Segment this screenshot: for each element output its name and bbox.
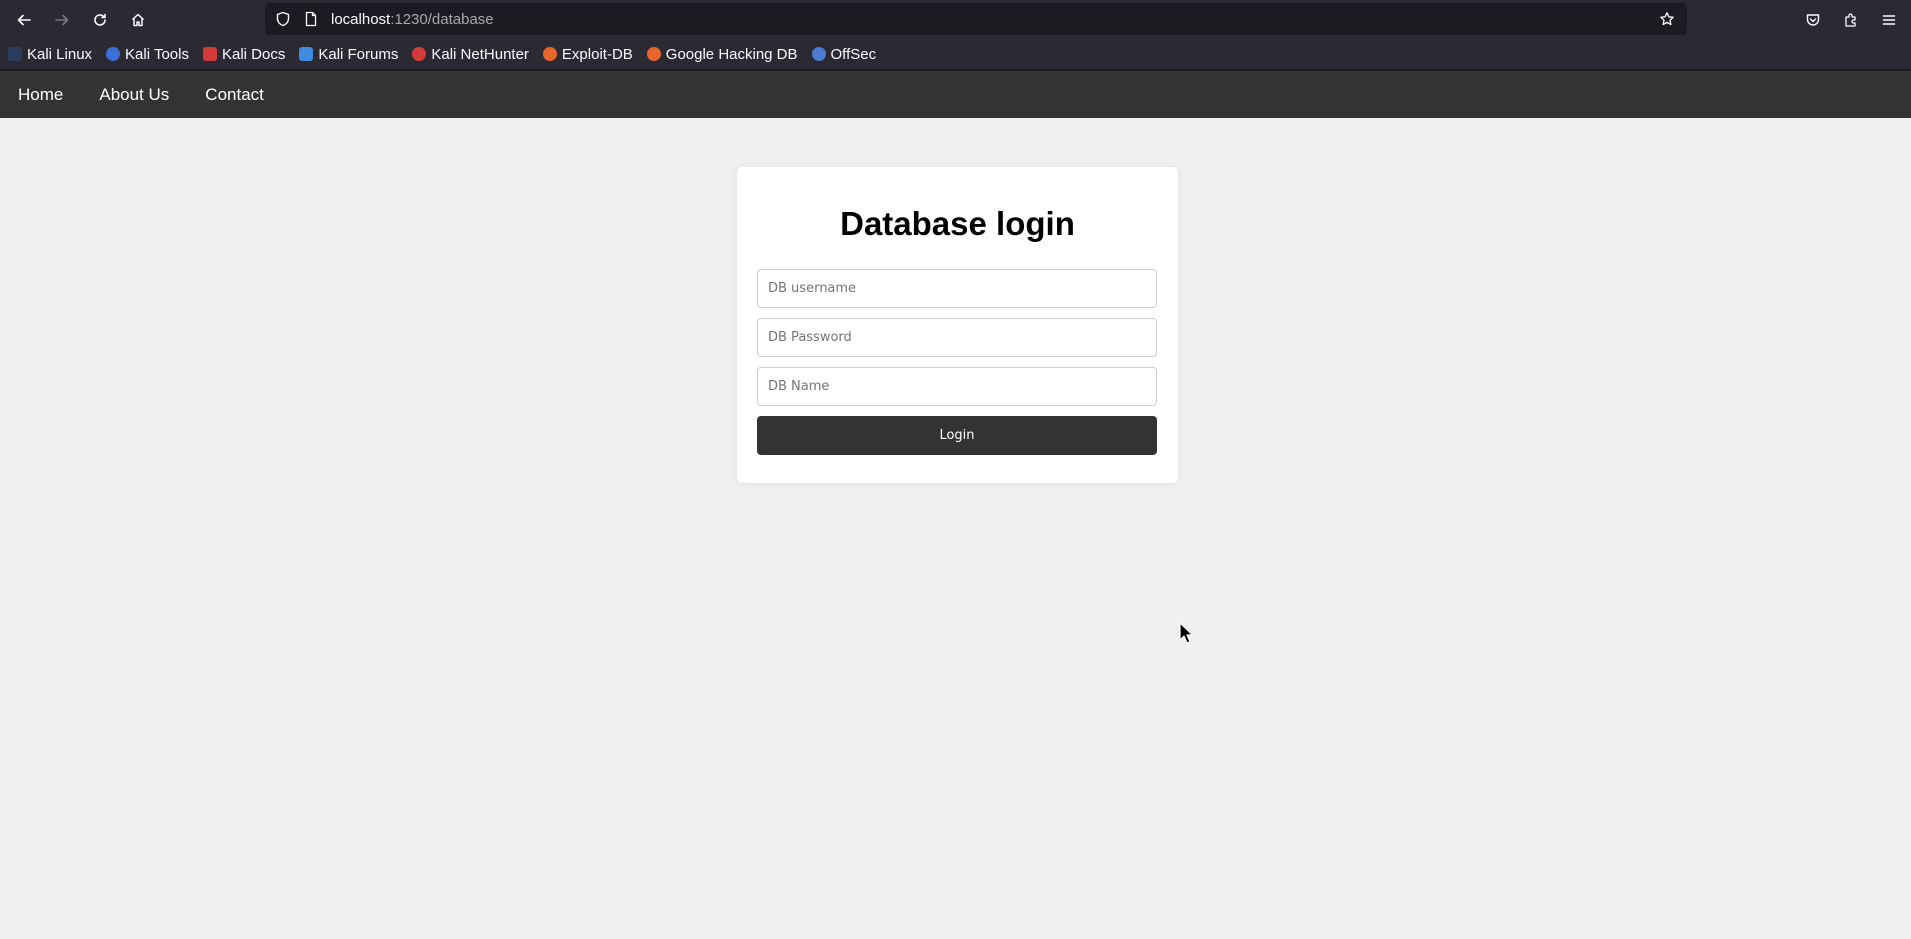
reload-button[interactable]	[82, 2, 118, 38]
nethunter-icon	[412, 47, 427, 61]
bookmark-kali-tools[interactable]: Kali Tools	[106, 46, 189, 63]
bookmark-star-icon[interactable]	[1659, 11, 1675, 27]
bookmark-kali-docs[interactable]: Kali Docs	[202, 45, 286, 63]
home-icon	[131, 13, 145, 26]
shield-icon[interactable]	[275, 11, 291, 27]
bookmarks-bar: Kali Linux Kali Tools Kali Docs Kali For…	[0, 39, 1911, 70]
nav-home-link[interactable]: Home	[0, 71, 81, 119]
db-password-input[interactable]	[757, 318, 1157, 357]
hamburger-menu-icon	[1882, 15, 1896, 25]
site-nav: Home About Us Contact	[0, 70, 1911, 118]
pocket-icon	[1806, 14, 1820, 26]
bookmark-kali-nethunter[interactable]: Kali NetHunter	[412, 46, 529, 63]
back-button[interactable]	[6, 2, 42, 38]
bookmark-label: Kali Tools	[125, 45, 189, 63]
arrow-left-icon	[17, 14, 31, 25]
kali-tools-icon	[106, 47, 121, 61]
extensions-button[interactable]	[1833, 2, 1869, 38]
mouse-cursor-icon	[1179, 622, 1193, 644]
login-card: Database login Login	[737, 167, 1178, 483]
browser-toolbar: localhost:1230/database	[0, 0, 1911, 39]
menu-button[interactable]	[1871, 2, 1907, 38]
db-username-input[interactable]	[757, 269, 1157, 308]
puzzle-icon	[1845, 13, 1856, 27]
pocket-button[interactable]	[1795, 2, 1831, 38]
bookmark-label: OffSec	[830, 45, 877, 63]
url-host: localhost	[331, 10, 391, 28]
bookmark-exploit-db[interactable]: Exploit-DB	[542, 45, 633, 63]
bookmark-kali-linux[interactable]: Kali Linux	[8, 46, 92, 63]
bookmark-label: Kali Docs	[221, 45, 286, 63]
home-button[interactable]	[120, 2, 156, 38]
bookmark-kali-forums[interactable]: Kali Forums	[299, 46, 398, 63]
db-name-input[interactable]	[757, 367, 1157, 406]
page-content: Database login Login	[0, 118, 1911, 939]
bookmark-label: Google Hacking DB	[665, 45, 798, 63]
nav-about-link[interactable]: About Us	[81, 71, 187, 119]
forward-button[interactable]	[44, 2, 80, 38]
bookmark-label: Kali NetHunter	[431, 45, 529, 63]
kali-docs-icon	[202, 47, 217, 61]
reload-icon	[94, 13, 106, 26]
page-icon[interactable]	[303, 11, 319, 27]
url-bar[interactable]: localhost:1230/database	[265, 3, 1687, 35]
bookmark-offsec[interactable]: OffSec	[811, 45, 877, 63]
bookmark-label: Exploit-DB	[561, 45, 633, 63]
login-title: Database login	[840, 205, 1075, 242]
bookmark-label: Kali Linux	[27, 45, 93, 63]
toolbar-right-tools	[1795, 2, 1907, 38]
nav-contact-link[interactable]: Contact	[187, 71, 282, 119]
login-button[interactable]: Login	[757, 416, 1157, 455]
kali-forums-icon	[299, 47, 314, 61]
url-path: :1230/database	[390, 10, 494, 28]
arrow-right-icon	[55, 14, 69, 25]
ghdb-icon	[646, 47, 661, 61]
exploit-db-icon	[542, 47, 557, 61]
kali-dragon-icon	[8, 47, 22, 61]
bookmark-google-hacking-db[interactable]: Google Hacking DB	[646, 45, 798, 63]
offsec-icon	[811, 47, 826, 61]
bookmark-label: Kali Forums	[318, 45, 399, 63]
